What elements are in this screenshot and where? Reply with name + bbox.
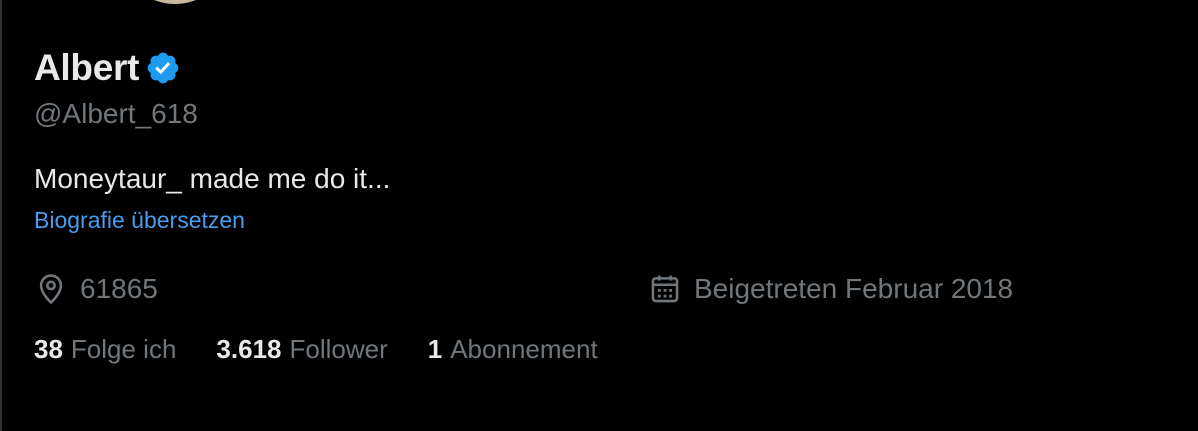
- joined-text: Beigetreten Februar 2018: [694, 273, 1014, 304]
- calendar-icon: [648, 272, 682, 306]
- translate-bio-link[interactable]: Biografie übersetzen: [34, 207, 245, 234]
- followers-count: 3.618: [216, 334, 282, 364]
- profile-stats: 38 Folge ich 3.618 Follower 1 Abonnement: [34, 334, 638, 365]
- location-text: 61865: [80, 273, 158, 304]
- profile-handle: @Albert_618: [34, 98, 198, 129]
- display-name: Albert: [34, 47, 140, 88]
- profile-name-row: Albert: [34, 46, 181, 90]
- profile-bio: Moneytaur_ made me do it...: [34, 163, 391, 194]
- followers-link[interactable]: 3.618 Follower: [216, 334, 387, 365]
- avatar[interactable]: [120, 0, 230, 7]
- following-label: Folge ich: [70, 334, 177, 364]
- followers-label: Follower: [289, 334, 388, 364]
- verified-badge-icon[interactable]: [145, 50, 181, 86]
- subscriptions-count: 1: [427, 334, 443, 364]
- profile-joined-date: Beigetreten Februar 2018: [648, 272, 1013, 306]
- subscriptions-link[interactable]: 1 Abonnement: [428, 334, 598, 365]
- following-count: 38: [34, 334, 63, 364]
- subscriptions-label: Abonnement: [450, 334, 598, 364]
- location-pin-icon: [34, 272, 68, 306]
- column-border: [0, 0, 2, 431]
- profile-location: 61865: [34, 272, 158, 306]
- following-link[interactable]: 38 Folge ich: [34, 334, 176, 365]
